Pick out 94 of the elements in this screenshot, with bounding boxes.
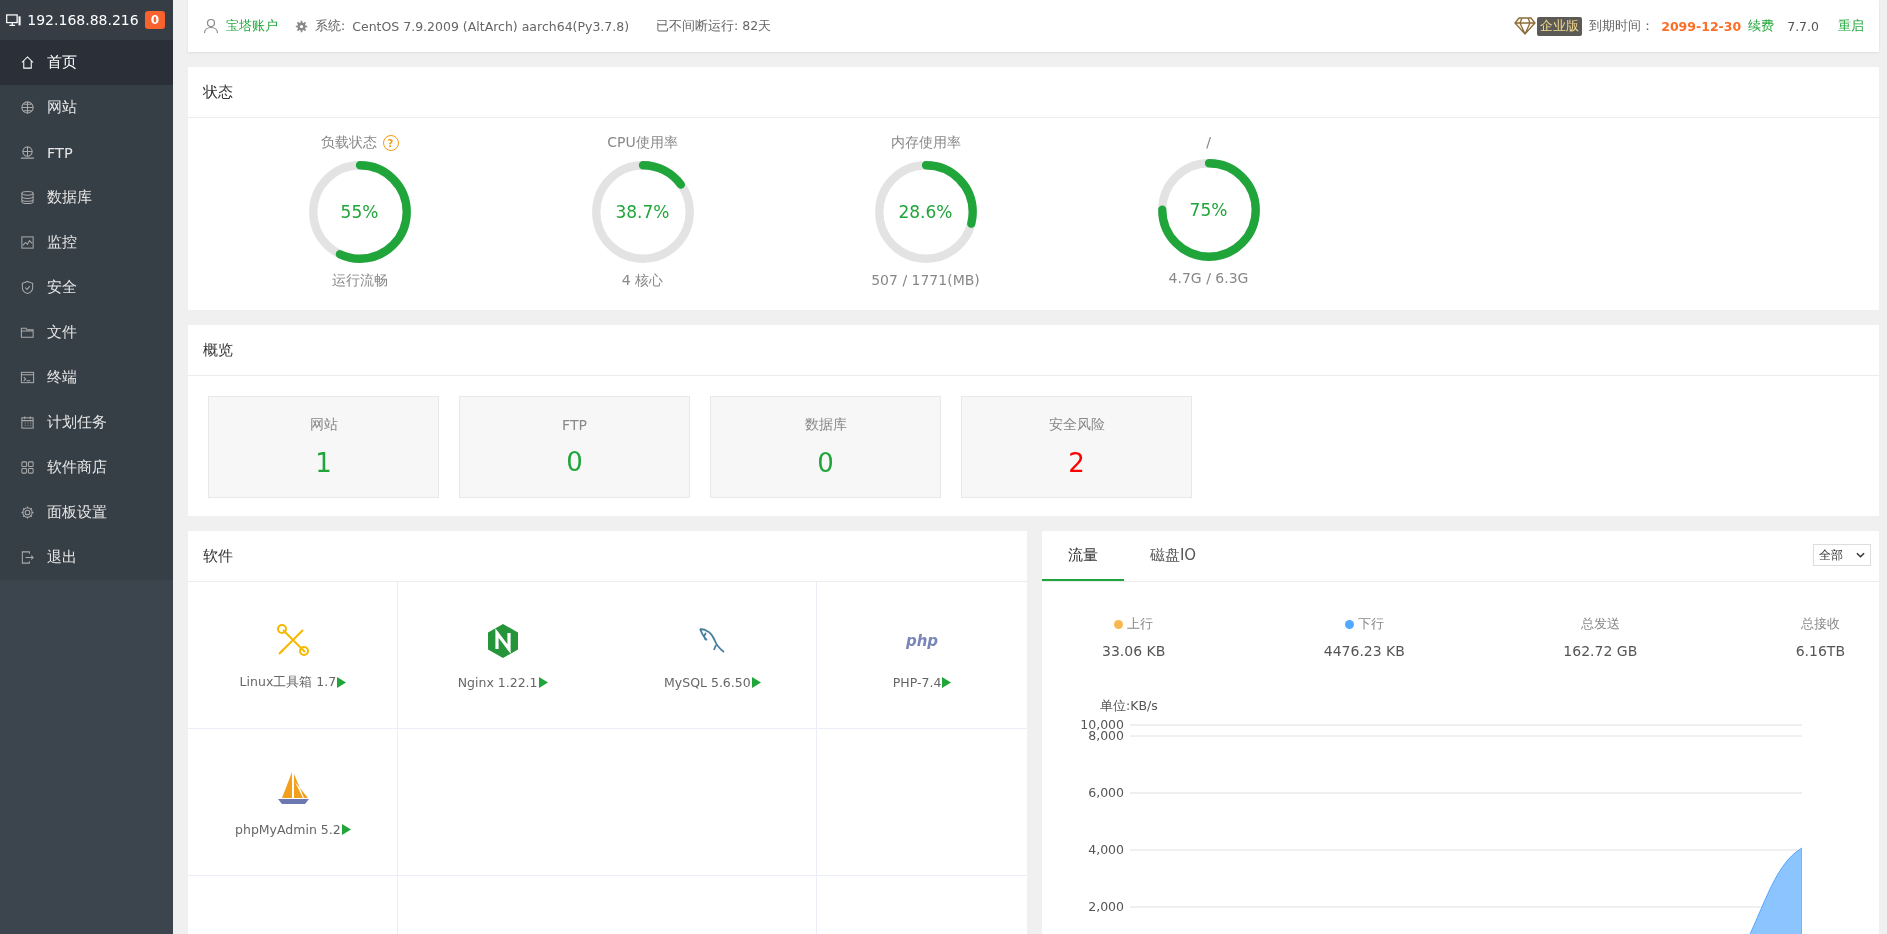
panel-title: 概览 xyxy=(203,340,233,360)
tab[interactable]: 磁盘IO xyxy=(1132,531,1214,581)
globe-icon xyxy=(20,100,35,115)
sidebar-item[interactable]: 软件商店 xyxy=(0,445,173,490)
gauge-value: 38.7% xyxy=(615,202,670,222)
gauge-value: 55% xyxy=(340,202,379,222)
overview-card[interactable]: 安全风险 2 xyxy=(961,396,1192,498)
ftp-icon xyxy=(20,145,35,160)
stat-value: 4476.23 KB xyxy=(1323,643,1405,659)
gauge-value: 75% xyxy=(1189,200,1228,220)
overview-count: 2 xyxy=(1068,448,1085,478)
stat-label: 总发送 xyxy=(1580,616,1620,633)
tab[interactable]: 流量 xyxy=(1042,531,1124,581)
folder-icon xyxy=(20,325,35,340)
software-name: phpMyAdmin 5.2 xyxy=(235,822,341,837)
gauge-label: CPU使用率 xyxy=(607,134,678,152)
axis-tick-label: 6,000 xyxy=(1088,785,1124,800)
gauge-caption: 4.7G / 6.3G xyxy=(1168,270,1249,286)
expire-label: 到期时间： xyxy=(1589,17,1655,35)
overview-label: 网站 xyxy=(309,416,338,434)
calendar-icon xyxy=(20,415,35,430)
overview-card[interactable]: 数据库 0 xyxy=(710,396,941,498)
sidebar-item[interactable]: 终端 xyxy=(0,355,173,400)
sidebar-item[interactable]: FTP xyxy=(0,130,173,175)
software-name: PHP-7.4 xyxy=(892,675,942,690)
play-icon[interactable] xyxy=(751,677,761,688)
gauge-caption: 运行流畅 xyxy=(331,272,388,290)
shield-icon xyxy=(20,280,35,295)
gauge-value: 28.6% xyxy=(898,202,953,222)
software-name: MySQL 5.6.50 xyxy=(664,675,751,690)
sidebar-item[interactable]: 面板设置 xyxy=(0,490,173,535)
overview-count: 1 xyxy=(315,448,332,478)
expire-date: 2099-12-30 xyxy=(1661,18,1742,34)
php-logo-icon: php xyxy=(902,621,943,661)
gauge-label: 负载状态 xyxy=(320,134,377,152)
software-tile[interactable]: Linux工具箱 1.7 xyxy=(188,582,398,729)
software-name: Linux工具箱 1.7 xyxy=(239,674,337,691)
terminal-icon xyxy=(20,370,35,385)
gauge-caption: 4 核心 xyxy=(621,272,664,290)
diamond-icon xyxy=(1514,17,1537,35)
software-name: Nginx 1.22.1 xyxy=(457,675,538,690)
software-tile[interactable]: MySQL 5.6.50 xyxy=(607,582,818,729)
gauge-label: / xyxy=(1206,134,1211,150)
server-address: 192.168.88.216 xyxy=(27,12,139,28)
grid-icon xyxy=(20,460,35,475)
play-icon[interactable] xyxy=(341,824,351,835)
axis-tick-label: 10,000 xyxy=(1080,717,1124,732)
sidebar-item[interactable]: 安全 xyxy=(0,265,173,310)
uptime-text: 已不间断运行: 82天 xyxy=(656,17,772,35)
panel-title: 状态 xyxy=(203,82,233,102)
stat-label: 总接收 xyxy=(1800,616,1840,633)
logout-icon xyxy=(20,550,35,565)
sidebar-item[interactable]: 计划任务 xyxy=(0,400,173,445)
play-icon[interactable] xyxy=(337,677,347,688)
overview-label: 安全风险 xyxy=(1048,416,1105,434)
chevron-down-icon xyxy=(1856,552,1865,558)
home-icon xyxy=(20,55,35,70)
software-tile[interactable]: php PHP-7.4 xyxy=(817,582,1027,729)
overview-count: 0 xyxy=(817,448,834,478)
system-info: CentOS 7.9.2009 (AltArch) aarch64(Py3.7.8) xyxy=(352,18,630,34)
gear-icon xyxy=(20,505,35,520)
edition-badge: 企业版 xyxy=(1537,16,1583,36)
gear-icon xyxy=(295,19,308,33)
axis-tick-label: 4,000 xyxy=(1088,842,1124,857)
overview-label: FTP xyxy=(562,417,587,433)
user-icon xyxy=(203,18,219,34)
gauge-label: 内存使用率 xyxy=(890,134,961,152)
axis-tick-label: 2,000 xyxy=(1088,899,1124,914)
sidebar-item[interactable]: 文件 xyxy=(0,310,173,355)
stat-value: 6.16TB xyxy=(1795,643,1845,659)
sidebar-item[interactable]: 首页 xyxy=(0,40,173,85)
sidebar-item[interactable]: 监控 xyxy=(0,220,173,265)
sidebar-item[interactable]: 退出 xyxy=(0,535,173,580)
software-tile[interactable]: Nginx 1.22.1 xyxy=(397,582,608,729)
play-icon[interactable] xyxy=(942,677,952,688)
monitor-icon xyxy=(20,235,35,250)
monitor-icon xyxy=(6,11,22,29)
play-icon[interactable] xyxy=(538,677,548,688)
sidebar-item[interactable]: 数据库 xyxy=(0,175,173,220)
axis-unit: 单位:KB/s xyxy=(1100,698,1158,713)
system-label: 系统: xyxy=(315,17,346,35)
software-tile[interactable]: phpMyAdmin 5.2 xyxy=(188,729,398,876)
version-text: 7.7.0 xyxy=(1787,18,1819,34)
database-icon xyxy=(20,190,35,205)
stat-label: 上行 xyxy=(1127,616,1154,633)
stat-value: 162.72 GB xyxy=(1563,643,1638,659)
stat-value: 33.06 KB xyxy=(1102,643,1166,659)
filter-select[interactable]: 全部 xyxy=(1813,544,1871,566)
stat-label: 下行 xyxy=(1357,616,1384,633)
gauge-caption: 507 / 1771(MB) xyxy=(871,272,980,288)
sidebar-item[interactable]: 网站 xyxy=(0,85,173,130)
panel-title: 软件 xyxy=(203,546,233,566)
overview-label: 数据库 xyxy=(804,416,847,434)
overview-count: 0 xyxy=(566,447,583,477)
